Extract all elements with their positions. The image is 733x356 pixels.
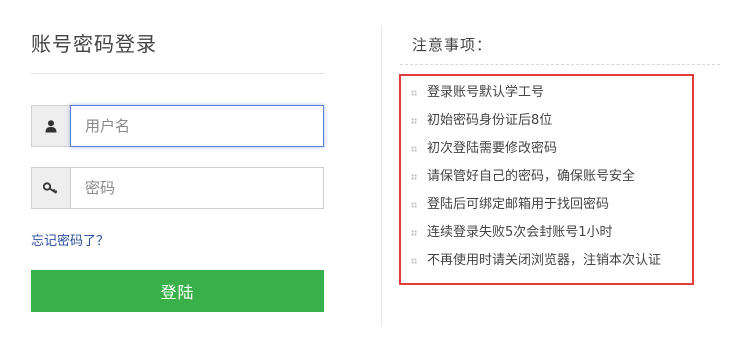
notes-title: 注意事项：	[412, 36, 493, 54]
bullet-icon	[411, 146, 417, 152]
notes-title-divider	[400, 64, 720, 65]
bullet-icon	[411, 90, 417, 96]
bullet-icon	[411, 174, 417, 180]
list-item: 登陆后可绑定邮箱用于找回密码	[411, 191, 661, 219]
title-divider	[31, 73, 324, 74]
bullet-icon	[411, 258, 417, 264]
username-input[interactable]	[70, 105, 324, 147]
list-item: 初始密码身份证后8位	[411, 107, 661, 135]
key-icon	[31, 167, 70, 209]
password-field	[31, 167, 324, 209]
list-item: 不再使用时请关闭浏览器，注销本次认证	[411, 247, 661, 275]
vertical-divider	[381, 26, 382, 326]
list-item: 初次登陆需要修改密码	[411, 135, 661, 163]
password-input[interactable]	[70, 167, 324, 209]
notes-list: 登录账号默认学工号 初始密码身份证后8位 初次登陆需要修改密码 请保管好自己的密…	[411, 79, 661, 275]
user-icon	[31, 105, 70, 147]
bullet-icon	[411, 118, 417, 124]
list-item: 登录账号默认学工号	[411, 79, 661, 107]
forgot-password-link[interactable]: 忘记密码了？	[31, 230, 109, 249]
list-item: 连续登录失败5次会封账号1小时	[411, 219, 661, 247]
bullet-icon	[411, 230, 417, 236]
username-field	[31, 105, 324, 147]
login-button[interactable]: 登陆	[31, 270, 324, 312]
bullet-icon	[411, 202, 417, 208]
login-title: 账号密码登录	[31, 32, 157, 56]
list-item: 请保管好自己的密码，确保账号安全	[411, 163, 661, 191]
